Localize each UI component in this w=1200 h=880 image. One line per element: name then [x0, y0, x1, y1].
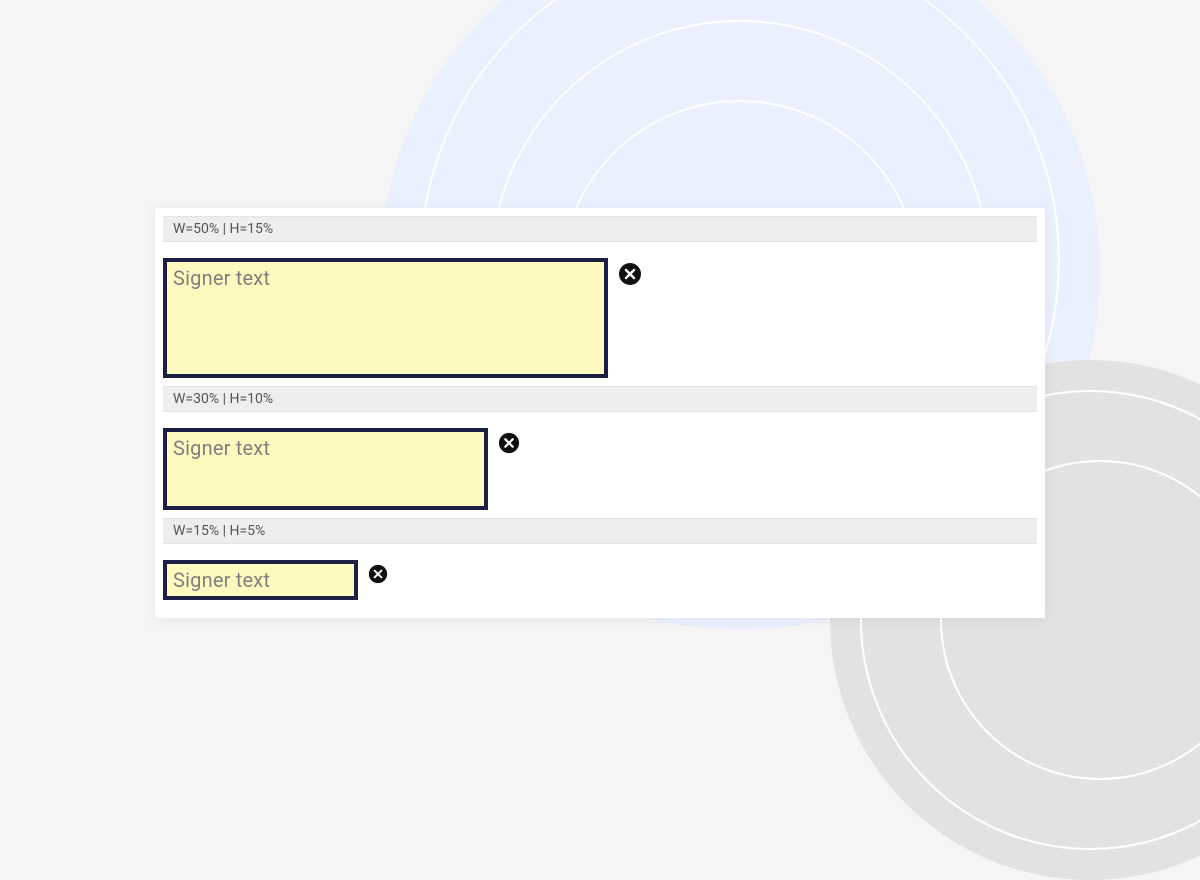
signer-text-placeholder: Signer text	[173, 568, 270, 592]
close-icon	[368, 564, 388, 584]
field-dimensions-label: W=30% | H=10%	[163, 386, 1037, 412]
signer-text-placeholder: Signer text	[173, 266, 270, 290]
signer-text-field-row: Signer text	[163, 560, 1037, 600]
remove-field-button[interactable]	[618, 262, 642, 286]
close-icon	[618, 262, 642, 286]
signer-text-field[interactable]: Signer text	[163, 258, 608, 378]
signer-text-field-row: Signer text	[163, 428, 1037, 510]
signer-text-field[interactable]: Signer text	[163, 428, 488, 510]
signer-text-placeholder: Signer text	[173, 436, 270, 460]
remove-field-button[interactable]	[368, 564, 388, 584]
field-dimensions-label: W=50% | H=15%	[163, 216, 1037, 242]
signer-text-field-row: Signer text	[163, 258, 1037, 378]
close-icon	[498, 432, 520, 454]
remove-field-button[interactable]	[498, 432, 520, 454]
field-dimensions-label: W=15% | H=5%	[163, 518, 1037, 544]
signer-text-field[interactable]: Signer text	[163, 560, 358, 600]
fields-preview-card: W=50% | H=15% Signer text W=30% | H=10% …	[155, 208, 1045, 618]
